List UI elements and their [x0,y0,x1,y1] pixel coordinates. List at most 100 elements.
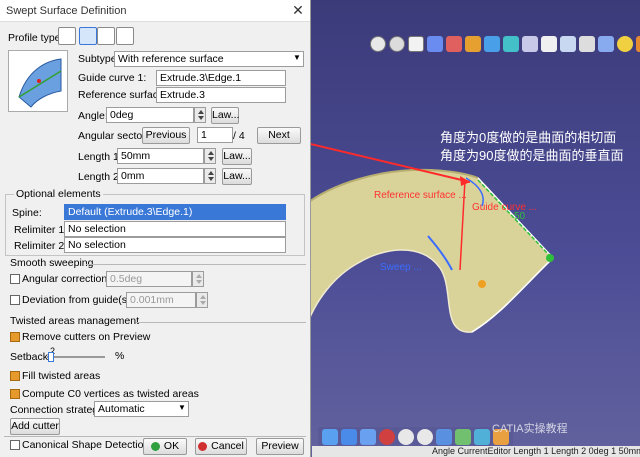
profile-circle-icon[interactable] [97,27,115,45]
pan-icon[interactable] [360,429,376,445]
profile-explicit-icon[interactable] [58,27,76,45]
reference-surface-field[interactable]: Extrude.3 [156,87,286,103]
ok-label: OK [163,440,180,452]
optional-elements-label: Optional elements [14,187,103,201]
hand-icon[interactable] [408,36,424,52]
annotation-text: 角度为0度做的是曲面的相切面 角度为90度做的是曲面的垂直面 [440,129,623,165]
project-icon[interactable] [560,36,576,52]
length2-law-button[interactable]: Law... [222,168,252,185]
dialog-titlebar[interactable]: Swept Surface Definition ✕ [0,0,310,22]
remove-cutters-checkbox[interactable] [10,332,20,342]
dialog-title: Swept Surface Definition [6,4,127,17]
fit-all-icon[interactable] [341,429,357,445]
preview-button[interactable]: Preview [256,438,304,455]
fly-icon[interactable] [322,429,338,445]
length1-spinner[interactable] [204,148,216,164]
chevron-down-icon: ▼ [293,53,301,62]
cancel-icon [198,442,208,451]
deviation-field[interactable]: 0.001mm [126,292,196,308]
angle-field[interactable]: 0deg [106,107,194,123]
fill-twisted-label: Fill twisted areas [22,370,101,382]
angular-correction-field[interactable]: 0.5deg [106,271,192,287]
watermark: CATIA实操教程 [492,423,568,435]
angle-label: Angle: [78,110,108,122]
close-icon[interactable]: ✕ [286,1,310,21]
sweep-tag: Sweep ... [380,262,422,273]
deviation-checkbox[interactable] [10,295,20,305]
curve-icon[interactable] [522,36,538,52]
swap-icon[interactable] [636,36,640,52]
surface-icon[interactable] [503,36,519,52]
add-cutter-button[interactable]: Add cutter [10,418,60,435]
angular-correction-checkbox[interactable] [10,274,20,284]
axis-icon[interactable] [427,36,443,52]
smooth-sweeping-label: Smooth sweeping [10,257,94,269]
relimiter1-label: Relimiter 1: [14,224,68,236]
setback-slider[interactable] [47,352,105,362]
annotation-line-1: 角度为0度做的是曲面的相切面 [440,130,617,145]
profile-conic-icon[interactable] [116,27,134,45]
angular-sector-label: Angular sector: [78,130,149,142]
compute-c0-checkbox[interactable] [10,389,20,399]
cube-icon[interactable] [484,36,500,52]
angle-spinner[interactable] [194,107,206,123]
angular-correction-label: Angular correction: [22,273,111,285]
compute-c0-label: Compute C0 vertices as twisted areas [22,388,199,400]
zoom-out-icon[interactable] [417,429,433,445]
end-point [546,254,554,262]
zoom-in-icon[interactable] [398,429,414,445]
ok-button[interactable]: OK [143,438,187,455]
spine-field[interactable]: Default (Extrude.3\Edge.1) [64,204,286,220]
length1-law-button[interactable]: Law... [222,148,252,165]
angle-law-button[interactable]: Law... [211,107,239,124]
plane-icon[interactable] [579,36,595,52]
relimiter2-field[interactable]: No selection [64,237,286,253]
rotate-view-icon[interactable] [379,429,395,445]
remove-cutters-label: Remove cutters on Preview [22,331,151,343]
sector-total: / 4 [233,130,245,142]
cancel-button[interactable]: Cancel [195,438,247,455]
point-icon[interactable] [541,36,557,52]
sketch-icon[interactable] [465,36,481,52]
angular-correction-spinner[interactable] [192,271,204,287]
setback-label: Setback [10,351,48,363]
grid-icon[interactable] [446,36,462,52]
fill-twisted-checkbox[interactable] [10,371,20,381]
length2-spinner[interactable] [204,168,216,184]
deviation-label: Deviation from guide(s): [22,294,134,306]
status-bar: Angle CurrentEditor Length 1 Length 2 0d… [312,446,640,457]
setback-slider-handle[interactable] [48,352,55,362]
connection-strategy-select[interactable]: Automatic [94,401,189,417]
rotate-icon[interactable] [370,36,386,52]
profile-line-icon[interactable] [79,27,97,45]
views-icon[interactable] [455,429,471,445]
shading-icon[interactable] [474,429,490,445]
relimiter1-field[interactable]: No selection [64,221,286,237]
line-icon[interactable] [598,36,614,52]
footer-divider [4,436,306,437]
lightbulb-icon[interactable] [617,36,633,52]
reference-surface-tag: Reference surface ... [374,190,467,201]
deviation-spinner[interactable] [196,292,208,308]
ok-icon [150,442,160,451]
setback-unit: % [115,350,125,362]
profile-preview-icon [8,50,68,112]
refresh-icon[interactable] [389,36,405,52]
sector-field[interactable]: 1 [197,127,233,143]
length-tag: 50 [514,211,526,222]
normal-view-icon[interactable] [436,429,452,445]
annotation-line-2: 角度为90度做的是曲面的垂直面 [440,148,624,163]
previous-button[interactable]: Previous [142,127,190,144]
cancel-label: Cancel [211,440,244,452]
connection-strategy-label: Connection strategy: [10,404,107,416]
subtype-select[interactable]: With reference surface [114,51,304,67]
guide-curve-field[interactable]: Extrude.3\Edge.1 [156,70,286,86]
canonical-checkbox[interactable] [10,440,20,450]
next-button[interactable]: Next [257,127,301,144]
relimiter2-label: Relimiter 2: [14,240,68,252]
length1-field[interactable]: 50mm [117,148,204,164]
twisted-areas-label: Twisted areas management [10,315,139,327]
length2-label: Length 2: [78,171,122,183]
length2-field[interactable]: 0mm [117,168,204,184]
start-point [478,280,486,288]
